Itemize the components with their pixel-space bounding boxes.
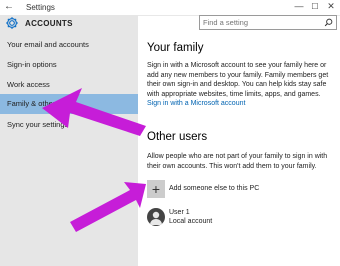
sidebar-item-sync-settings[interactable]: Sync your settings — [0, 115, 138, 135]
sidebar-item-sign-in-options[interactable]: Sign-in options — [0, 55, 138, 75]
sidebar-header: ACCOUNTS — [0, 15, 138, 33]
search-box[interactable] — [199, 15, 337, 30]
back-arrow-icon[interactable]: ← — [4, 1, 14, 12]
sidebar-title: ACCOUNTS — [25, 19, 73, 28]
gear-icon — [6, 17, 18, 29]
other-users-heading: Other users — [147, 131, 208, 143]
sidebar: ACCOUNTS Your email and accounts Sign-in… — [0, 15, 138, 266]
user-avatar-icon[interactable] — [147, 208, 165, 226]
family-description: Sign in with a Microsoft account to see … — [147, 62, 329, 98]
sidebar-item-email-accounts[interactable]: Your email and accounts — [0, 35, 138, 55]
settings-window: ← Settings — ☐ ✕ ACCOUNTS Your email and… — [0, 0, 340, 266]
user-name[interactable]: User 1 — [169, 209, 190, 216]
title-bar: ← Settings — ☐ ✕ — [0, 0, 340, 16]
window-title: Settings — [26, 3, 55, 12]
search-icon[interactable] — [324, 18, 333, 27]
minimize-button[interactable]: — — [292, 1, 306, 11]
user-account-type: Local account — [169, 218, 213, 225]
maximize-button[interactable]: ☐ — [308, 2, 322, 11]
sidebar-item-work-access[interactable]: Work access — [0, 75, 138, 95]
add-someone-button[interactable]: Add someone else to this PC — [169, 185, 259, 192]
search-input[interactable] — [203, 17, 318, 28]
close-button[interactable]: ✕ — [324, 1, 338, 12]
other-users-description: Allow people who are not part of your fa… — [147, 153, 328, 170]
sidebar-item-family-other-users[interactable]: Family & other users — [0, 94, 138, 114]
microsoft-signin-link[interactable]: Sign in with a Microsoft account — [147, 100, 245, 107]
plus-icon[interactable]: + — [147, 180, 165, 198]
your-family-heading: Your family — [147, 42, 204, 54]
